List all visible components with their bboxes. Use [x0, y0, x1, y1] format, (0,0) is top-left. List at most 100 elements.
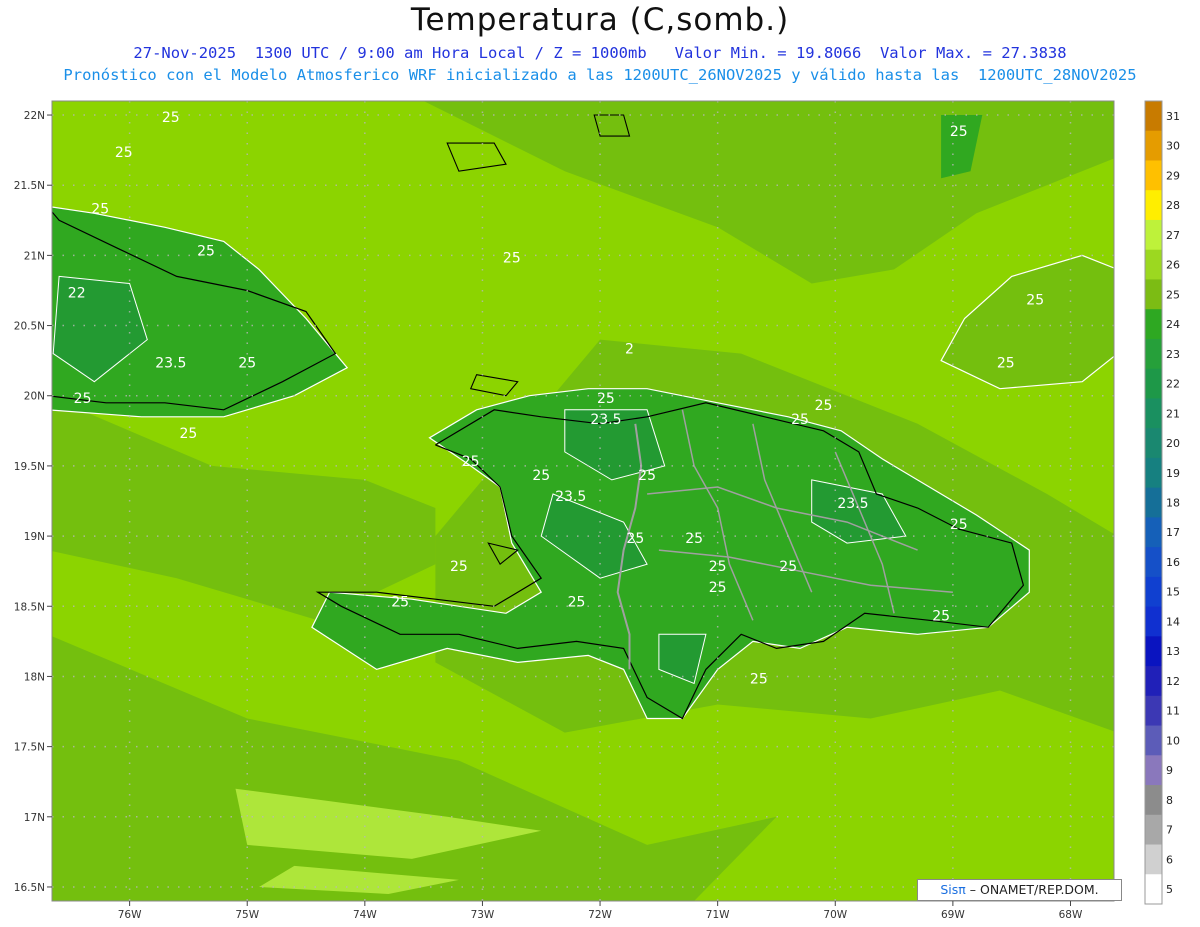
colorbar-label: 20 — [1166, 437, 1180, 450]
colorbar-swatch — [1145, 755, 1162, 786]
lon-label: 68W — [1059, 909, 1083, 921]
colorbar-label: 15 — [1166, 586, 1180, 599]
contour-label: 2 — [625, 342, 634, 358]
colorbar-swatch — [1145, 666, 1162, 697]
contour-label: 23.5 — [590, 412, 621, 428]
credit-box: Sisπ – ONAMET/REP.DOM. — [917, 879, 1122, 901]
contour-label: 23.5 — [555, 489, 586, 505]
contour-label: 25 — [685, 531, 703, 547]
contour-label: 25 — [597, 391, 615, 407]
colorbar-label: 30 — [1166, 140, 1180, 153]
credit-text: – ONAMET/REP.DOM. — [965, 882, 1099, 897]
lat-label: 20.5N — [14, 321, 45, 333]
lat-label: 17.5N — [14, 742, 45, 754]
colorbar-label: 5 — [1166, 883, 1173, 896]
colorbar-swatch — [1145, 487, 1162, 518]
colorbar-swatch — [1145, 785, 1162, 816]
sispi-logo: Sisπ — [940, 882, 966, 897]
contour-label: 25 — [197, 243, 215, 259]
lat-label: 20N — [24, 391, 45, 403]
colorbar-label: 18 — [1166, 497, 1180, 510]
lon-label: 73W — [471, 909, 495, 921]
colorbar-swatch — [1145, 338, 1162, 370]
contour-label: 25 — [709, 559, 727, 575]
map-plot-area: 25 25 25 25 22 23.5 25 25 25 25 25 25 25 2 25 23.5 25 25 2… — [52, 101, 1114, 901]
colorbar-swatch — [1145, 517, 1162, 548]
contour-label: 25 — [532, 468, 550, 484]
colorbar-label: 7 — [1166, 824, 1173, 837]
contour-label: 23.5 — [155, 356, 186, 372]
colorbar-swatch — [1145, 576, 1162, 608]
contour-label: 25 — [180, 426, 198, 442]
colorbar-swatch — [1145, 547, 1162, 578]
colorbar-label: 24 — [1166, 318, 1180, 331]
lat-label: 16.5N — [14, 882, 45, 894]
lon-label: 75W — [235, 909, 259, 921]
colorbar-label: 28 — [1166, 199, 1180, 212]
lat-label: 18.5N — [14, 601, 45, 613]
colorbar-swatch — [1145, 636, 1162, 667]
colorbar-swatch — [1145, 279, 1162, 310]
colorbar-swatch — [1145, 457, 1162, 489]
contour-label: 25 — [568, 594, 586, 610]
colorbar-swatch — [1145, 219, 1162, 251]
colorbar-swatch — [1145, 249, 1162, 280]
contour-label: 25 — [626, 531, 644, 547]
colorbar-label: 16 — [1166, 556, 1180, 569]
colorbar-label: 26 — [1166, 259, 1180, 272]
contour-label: 25 — [997, 356, 1015, 372]
colorbar-swatch — [1145, 309, 1162, 340]
colorbar-swatch — [1145, 130, 1162, 161]
colorbar-swatch — [1145, 398, 1162, 429]
colorbar-swatch — [1145, 428, 1162, 459]
contour-label: 25 — [391, 594, 409, 610]
colorbar-label: 17 — [1166, 526, 1180, 539]
lon-label: 71W — [706, 909, 730, 921]
lat-label: 21N — [24, 250, 45, 262]
colorbar-label: 23 — [1166, 348, 1180, 361]
lon-label: 70W — [823, 909, 847, 921]
colorbar-label: 6 — [1166, 853, 1173, 866]
contour-label: 23.5 — [837, 496, 868, 512]
contour-label: 25 — [115, 145, 133, 161]
colorbar-label: 12 — [1166, 675, 1180, 688]
contour-label: 25 — [238, 356, 256, 372]
lon-label: 76W — [118, 909, 142, 921]
temperature-map: 252525252223.5 2525252525252522523.525252… — [14, 100, 1180, 921]
lat-label: 19N — [24, 531, 45, 543]
contour-label: 25 — [709, 580, 727, 596]
lat-label: 19.5N — [14, 461, 45, 473]
colorbar-swatch — [1145, 725, 1162, 756]
colorbar-label: 11 — [1166, 705, 1180, 718]
colorbar-swatch — [1145, 190, 1162, 221]
colorbar-label: 29 — [1166, 169, 1180, 182]
contour-label: 25 — [815, 398, 833, 414]
contour-label: 25 — [74, 391, 92, 407]
colorbar-swatch — [1145, 160, 1162, 191]
colorbar-label: 25 — [1166, 288, 1180, 301]
lat-label: 21.5N — [14, 180, 45, 192]
contour-label: 25 — [1026, 293, 1044, 309]
colorbar-label: 19 — [1166, 467, 1180, 480]
contour-label: 25 — [450, 559, 468, 575]
contour-label: 25 — [503, 250, 521, 266]
colorbar-label: 31 — [1166, 110, 1180, 123]
lat-label: 18N — [24, 671, 45, 683]
colorbar-swatch — [1145, 101, 1162, 132]
contour-label: 25 — [950, 517, 968, 533]
contour-label: 25 — [638, 468, 656, 484]
colorbar-label: 13 — [1166, 645, 1180, 658]
contour-label: 25 — [779, 559, 797, 575]
contour-label: 25 — [950, 124, 968, 140]
lon-label: 74W — [353, 909, 377, 921]
contour-label: 22 — [68, 285, 86, 301]
colorbar-swatch — [1145, 695, 1162, 727]
colorbar-swatch — [1145, 368, 1162, 399]
colorbar-label: 14 — [1166, 615, 1180, 628]
colorbar-label: 22 — [1166, 378, 1180, 391]
colorbar-swatch — [1145, 814, 1162, 846]
lat-label: 22N — [24, 110, 45, 122]
colorbar: 31 30 29 28 27 26 25 24 23 22 21 20 19 18 17 16 15 14 13 12… — [1144, 100, 1180, 905]
colorbar-label: 27 — [1166, 229, 1180, 242]
colorbar-swatch — [1145, 874, 1162, 905]
